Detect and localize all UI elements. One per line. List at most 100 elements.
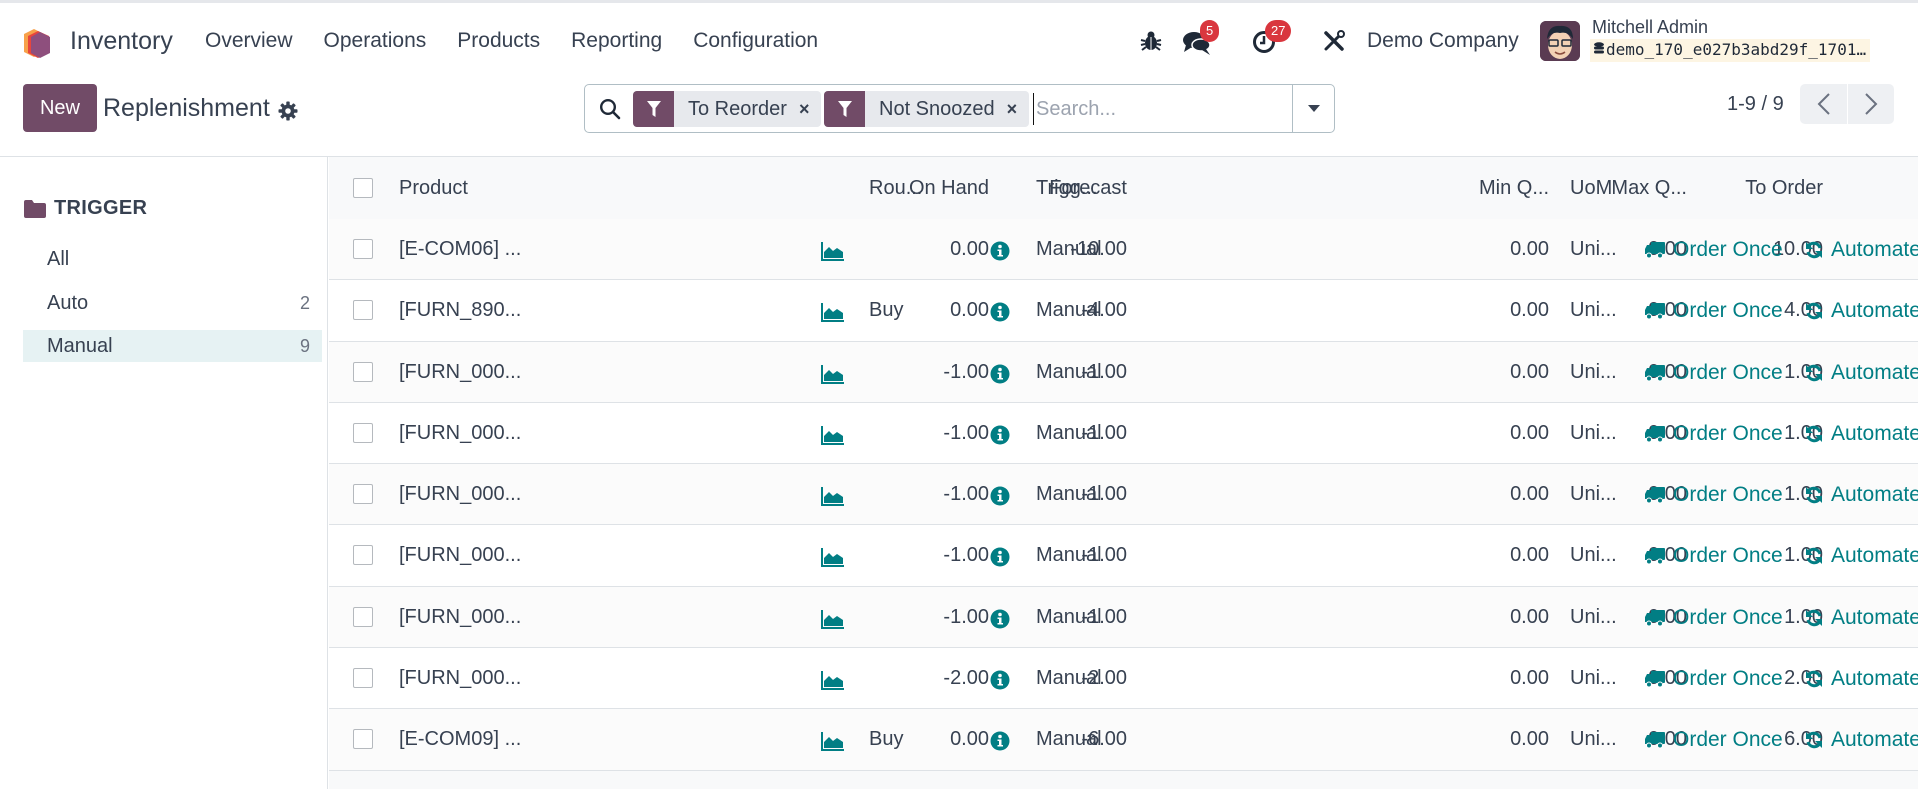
column-uom[interactable]: UoM — [1570, 177, 1612, 200]
info-icon[interactable] — [990, 670, 1010, 690]
menu-reporting[interactable]: Reporting — [571, 29, 662, 53]
company-switcher[interactable]: Demo Company — [1367, 29, 1519, 53]
info-icon[interactable] — [990, 364, 1010, 384]
row-checkbox[interactable] — [353, 606, 373, 627]
sidebar-item-manual[interactable]: Manual 9 — [23, 330, 322, 362]
row-checkbox[interactable] — [353, 545, 373, 566]
sidebar-item-all[interactable]: All — [23, 243, 322, 275]
automate-button[interactable]: Automate — [1805, 667, 1918, 691]
pager-value[interactable]: 1-9 / 9 — [1727, 93, 1784, 116]
table-row[interactable]: [FURN_000... -1.00 -1.00 Manual 0.00 0.0… — [329, 403, 1918, 465]
min-qty-cell: 0.00 — [1510, 299, 1549, 322]
automate-button[interactable]: Automate — [1805, 728, 1918, 752]
product-cell[interactable]: [E-COM06] ... — [399, 238, 521, 261]
automate-button[interactable]: Automate — [1805, 544, 1918, 568]
product-cell[interactable]: [FURN_890... — [399, 299, 521, 322]
automate-button[interactable]: Automate — [1805, 483, 1918, 507]
column-product[interactable]: Product — [399, 177, 468, 200]
order-once-button[interactable]: Order Once — [1645, 299, 1783, 323]
route-cell[interactable]: Buy — [869, 299, 903, 322]
pager-next-button[interactable] — [1847, 84, 1894, 124]
order-once-button[interactable]: Order Once — [1645, 728, 1783, 752]
select-all-checkbox[interactable] — [353, 178, 373, 198]
order-once-button[interactable]: Order Once — [1645, 667, 1783, 691]
forecast-chart-icon[interactable] — [821, 670, 845, 691]
menu-products[interactable]: Products — [457, 29, 540, 53]
automate-button[interactable]: Automate — [1805, 299, 1918, 323]
pager-previous-button[interactable] — [1800, 84, 1847, 124]
row-checkbox[interactable] — [353, 484, 373, 505]
forecast-chart-icon[interactable] — [821, 731, 845, 752]
remove-facet-icon[interactable]: × — [1007, 99, 1030, 120]
gear-icon[interactable] — [278, 101, 298, 121]
info-icon[interactable] — [990, 425, 1010, 445]
product-cell[interactable]: [FURN_000... — [399, 483, 521, 506]
search-input[interactable] — [1033, 93, 1283, 125]
forecast-chart-icon[interactable] — [821, 425, 845, 445]
user-name[interactable]: Mitchell Admin — [1592, 17, 1708, 38]
column-min-qty[interactable]: Min Q... — [1479, 177, 1549, 200]
table-row[interactable]: [E-COM09] ... 0.00 -6.00 Buy Manual 0.00… — [329, 709, 1918, 771]
product-cell[interactable]: [FURN_000... — [399, 667, 521, 690]
row-checkbox[interactable] — [353, 422, 373, 443]
column-route[interactable]: Rou... — [869, 177, 922, 200]
order-once-button[interactable]: Order Once — [1645, 422, 1783, 446]
info-icon[interactable] — [990, 302, 1010, 322]
table-row[interactable]: [FURN_000... -1.00 -1.00 Manual 0.00 0.0… — [329, 464, 1918, 526]
bug-icon[interactable] — [1140, 30, 1162, 52]
new-button[interactable]: New — [23, 84, 97, 132]
order-once-button[interactable]: Order Once — [1645, 238, 1783, 262]
info-icon[interactable] — [990, 241, 1010, 261]
row-checkbox[interactable] — [353, 729, 373, 750]
sidebar-item-auto[interactable]: Auto 2 — [23, 287, 322, 319]
menu-overview[interactable]: Overview — [205, 29, 293, 53]
automate-button[interactable]: Automate — [1805, 422, 1918, 446]
tools-icon[interactable] — [1323, 30, 1345, 52]
product-cell[interactable]: [FURN_000... — [399, 606, 521, 629]
column-trigger[interactable]: Trigg... — [1036, 177, 1098, 200]
product-cell[interactable]: [E-COM09] ... — [399, 728, 521, 751]
table-row[interactable]: [FURN_000... -2.00 -2.00 Manual 0.00 0.0… — [329, 648, 1918, 710]
column-max-qty[interactable]: Max Q... — [1611, 177, 1687, 200]
table-row[interactable]: [FURN_000... -1.00 -1.00 Manual 0.00 0.0… — [329, 341, 1918, 403]
column-to-order[interactable]: To Order — [1745, 177, 1823, 200]
info-icon[interactable] — [990, 547, 1010, 567]
order-once-button[interactable]: Order Once — [1645, 606, 1783, 630]
automate-button[interactable]: Automate — [1805, 238, 1918, 262]
remove-facet-icon[interactable]: × — [799, 99, 822, 120]
product-cell[interactable]: [FURN_000... — [399, 544, 521, 567]
table-row[interactable]: [FURN_890... 0.00 -4.00 Buy Manual 0.00 … — [329, 280, 1918, 342]
table-row[interactable]: [FURN_000... -1.00 -1.00 Manual 0.00 0.0… — [329, 586, 1918, 649]
refresh-icon — [1806, 303, 1822, 320]
search-icon[interactable] — [599, 98, 621, 120]
row-checkbox[interactable] — [353, 361, 373, 382]
forecast-chart-icon[interactable] — [821, 364, 845, 384]
info-icon[interactable] — [990, 609, 1010, 629]
forecast-chart-icon[interactable] — [821, 609, 845, 629]
order-once-button[interactable]: Order Once — [1645, 544, 1783, 568]
table-row[interactable]: [FURN_000... -1.00 -1.00 Manual 0.00 0.0… — [329, 525, 1918, 587]
forecast-chart-icon[interactable] — [821, 302, 845, 323]
forecast-chart-icon[interactable] — [821, 241, 845, 261]
route-cell[interactable]: Buy — [869, 728, 903, 751]
info-icon[interactable] — [990, 731, 1010, 751]
forecast-chart-icon[interactable] — [821, 486, 845, 507]
automate-button[interactable]: Automate — [1805, 606, 1918, 630]
order-once-button[interactable]: Order Once — [1645, 361, 1783, 385]
order-once-button[interactable]: Order Once — [1645, 483, 1783, 507]
row-checkbox[interactable] — [353, 239, 373, 259]
table-row[interactable]: [E-COM06] ... 0.00 -10.00 Manual 0.00 0.… — [329, 219, 1918, 281]
menu-configuration[interactable]: Configuration — [693, 29, 818, 53]
row-checkbox[interactable] — [353, 300, 373, 321]
automate-button[interactable]: Automate — [1805, 361, 1918, 385]
product-cell[interactable]: [FURN_000... — [399, 422, 521, 445]
search-options-toggle[interactable] — [1292, 85, 1334, 132]
app-name[interactable]: Inventory — [70, 27, 173, 56]
row-checkbox[interactable] — [353, 668, 373, 689]
user-avatar[interactable] — [1540, 21, 1580, 61]
menu-operations[interactable]: Operations — [324, 29, 427, 53]
inventory-app-icon[interactable] — [22, 27, 54, 59]
product-cell[interactable]: [FURN_000... — [399, 361, 521, 384]
forecast-chart-icon[interactable] — [821, 547, 845, 568]
info-icon[interactable] — [990, 486, 1010, 506]
